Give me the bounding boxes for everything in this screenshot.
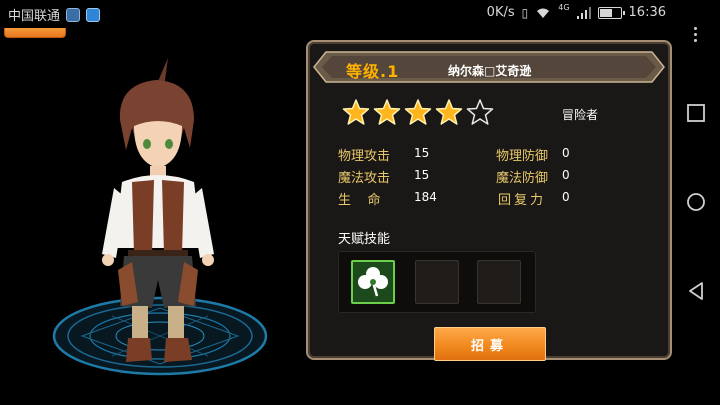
talent-slot-3[interactable] xyxy=(477,260,521,304)
star-filled-icon xyxy=(342,99,370,125)
back-button[interactable] xyxy=(4,28,66,38)
recents-icon[interactable] xyxy=(686,103,706,123)
stat-magic-attack: 魔法攻击 15 xyxy=(338,168,430,186)
game-scene: 等级.1 纳尔森□艾奇逊 冒险者 物理攻击 15 物理防御 0 魔法攻击 15 … xyxy=(0,28,672,405)
more-options-icon[interactable] xyxy=(694,27,698,45)
home-icon[interactable] xyxy=(686,192,706,212)
star-filled-icon xyxy=(373,99,401,125)
navigation-bar xyxy=(672,0,720,405)
hero-character xyxy=(102,58,214,362)
network-type: 4G xyxy=(558,3,570,12)
vibrate-icon: ▯ xyxy=(521,5,529,20)
battery-icon xyxy=(597,6,625,19)
app-notification-icon xyxy=(66,7,81,22)
recruit-button[interactable]: 招募 xyxy=(434,327,546,361)
app-notification-icon-2 xyxy=(86,7,101,22)
stat-recovery: 回复力 0 xyxy=(498,190,570,208)
talent-skills-box xyxy=(338,251,536,313)
talent-slot-2[interactable] xyxy=(415,260,459,304)
status-bar: 中国联通 0K/s ▯ 4G 16:36 xyxy=(0,0,720,28)
rarity-stars xyxy=(342,98,494,126)
clover-icon xyxy=(358,267,388,297)
clock: 16:36 xyxy=(628,5,666,20)
back-icon[interactable] xyxy=(686,281,706,301)
signal-icon xyxy=(576,6,591,19)
character-info-panel: 等级.1 纳尔森□艾奇逊 冒险者 物理攻击 15 物理防御 0 魔法攻击 15 … xyxy=(306,40,672,361)
wifi-icon xyxy=(537,8,550,18)
stat-physical-defense: 物理防御 0 xyxy=(496,146,570,164)
talent-slot-1[interactable] xyxy=(351,260,395,304)
star-filled-icon xyxy=(404,99,432,125)
stat-hp: 生 命 184 xyxy=(338,190,437,208)
level-label: 等级.1 xyxy=(346,62,400,81)
character-name: 纳尔森□艾奇逊 xyxy=(448,64,532,78)
character-class: 冒险者 xyxy=(562,108,599,122)
carrier-name: 中国联通 xyxy=(8,9,61,24)
star-filled-icon xyxy=(435,99,463,125)
stat-magic-defense: 魔法防御 0 xyxy=(496,168,570,186)
star-empty-icon xyxy=(466,99,494,125)
network-speed: 0K/s xyxy=(486,5,515,20)
talent-skills-label: 天赋技能 xyxy=(338,232,391,247)
stat-physical-attack: 物理攻击 15 xyxy=(338,146,430,164)
